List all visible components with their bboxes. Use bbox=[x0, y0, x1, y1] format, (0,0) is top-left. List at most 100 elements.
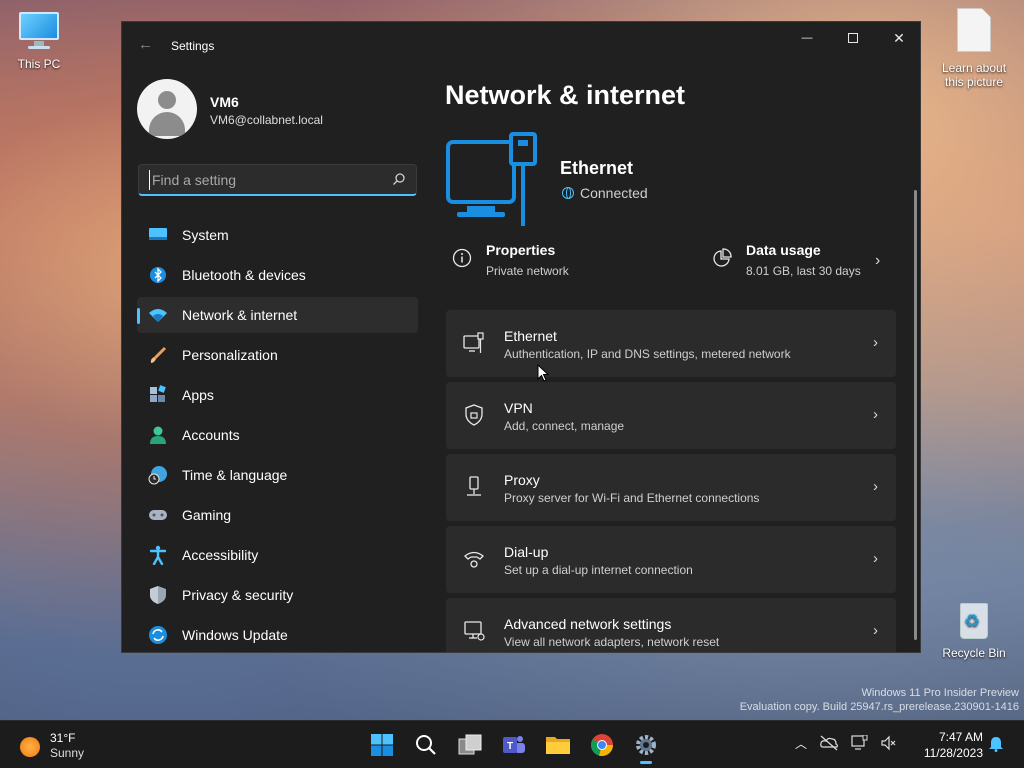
update-icon bbox=[148, 625, 168, 645]
window-title: Settings bbox=[171, 39, 215, 53]
task-view-icon bbox=[458, 734, 482, 755]
properties-link[interactable]: Properties Private network bbox=[452, 242, 692, 282]
sidebar-item-time-language[interactable]: Time & language bbox=[137, 457, 418, 493]
minimize-button[interactable]: — bbox=[784, 22, 830, 54]
sidebar-item-label: Bluetooth & devices bbox=[182, 267, 306, 283]
back-arrow-icon[interactable]: ← bbox=[138, 36, 153, 53]
desktop-icon-this-pc[interactable]: This PC bbox=[2, 10, 76, 71]
teams-icon: T bbox=[503, 736, 525, 753]
notification-bell-icon[interactable] bbox=[988, 736, 1004, 752]
card-subtitle: Proxy server for Wi-Fi and Ethernet conn… bbox=[504, 491, 760, 505]
start-button[interactable] bbox=[360, 725, 404, 765]
svg-text:T: T bbox=[507, 741, 513, 752]
sidebar-item-label: Network & internet bbox=[182, 307, 298, 323]
profile-name: VM6 bbox=[210, 94, 239, 110]
sidebar-item-label: Gaming bbox=[182, 507, 232, 523]
close-icon: ✕ bbox=[893, 29, 905, 46]
maximize-button[interactable] bbox=[830, 22, 876, 54]
sidebar-item-windows-update[interactable]: Windows Update bbox=[137, 617, 418, 652]
accounts-icon bbox=[148, 425, 168, 445]
sidebar-item-label: Time & language bbox=[182, 467, 288, 483]
pie-chart-icon bbox=[713, 248, 732, 267]
user-profile[interactable]: VM6 VM6@collabnet.local bbox=[137, 79, 427, 139]
weather-temp: 31°F bbox=[50, 731, 76, 745]
globe-icon bbox=[562, 187, 574, 199]
dialup-icon bbox=[464, 551, 484, 568]
system-icon bbox=[148, 225, 168, 245]
chevron-right-icon[interactable]: › bbox=[875, 252, 880, 270]
connection-status-text: Connected bbox=[580, 185, 648, 201]
file-explorer-button[interactable] bbox=[536, 725, 580, 765]
chevron-right-icon: › bbox=[873, 406, 878, 423]
card-ethernet[interactable]: Ethernet Authentication, IP and DNS sett… bbox=[446, 310, 896, 377]
network-status-icon[interactable] bbox=[851, 735, 869, 751]
proxy-icon bbox=[467, 476, 481, 496]
card-title: Ethernet bbox=[504, 328, 557, 344]
desktop-icon-label: Recycle Bin bbox=[942, 646, 1006, 660]
vpn-shield-icon bbox=[465, 404, 483, 426]
search-box bbox=[138, 164, 417, 196]
sidebar-item-network[interactable]: Network & internet bbox=[137, 297, 418, 333]
sun-icon bbox=[20, 737, 40, 757]
search-button[interactable] bbox=[404, 725, 448, 765]
taskbar-apps: T bbox=[360, 725, 668, 765]
mouse-cursor-icon bbox=[537, 364, 549, 382]
data-usage-link[interactable]: Data usage 8.01 GB, last 30 days bbox=[712, 242, 892, 282]
advanced-network-icon bbox=[464, 621, 485, 641]
shield-icon bbox=[148, 585, 168, 605]
sidebar-item-label: Windows Update bbox=[182, 627, 288, 643]
settings-window: ← Settings — ✕ VM6 VM6@collabnet.local S… bbox=[121, 21, 921, 653]
sidebar-item-accessibility[interactable]: Accessibility bbox=[137, 537, 418, 573]
chevron-right-icon: › bbox=[873, 478, 878, 495]
windows-logo-icon bbox=[371, 734, 393, 756]
search-icon bbox=[416, 735, 436, 755]
properties-title: Properties bbox=[486, 242, 556, 258]
card-dial-up[interactable]: Dial-up Set up a dial-up internet connec… bbox=[446, 526, 896, 593]
gear-icon bbox=[636, 735, 656, 755]
sidebar-item-system[interactable]: System bbox=[137, 217, 418, 253]
recycle-bin-icon: ♻ bbox=[956, 597, 992, 639]
close-button[interactable]: ✕ bbox=[876, 22, 920, 54]
watermark-line: Windows 11 Pro Insider Preview bbox=[861, 687, 1019, 699]
wifi-icon bbox=[148, 305, 168, 325]
teams-button[interactable]: T bbox=[492, 725, 536, 765]
sidebar-item-bluetooth[interactable]: Bluetooth & devices bbox=[137, 257, 418, 293]
sidebar-item-accounts[interactable]: Accounts bbox=[137, 417, 418, 453]
card-proxy[interactable]: Proxy Proxy server for Wi-Fi and Etherne… bbox=[446, 454, 896, 521]
sidebar-item-label: Accessibility bbox=[182, 547, 259, 563]
chrome-button[interactable] bbox=[580, 725, 624, 765]
clock[interactable]: 7:47 AM 11/28/2023 bbox=[915, 729, 983, 761]
settings-taskbar-button[interactable] bbox=[624, 725, 668, 765]
desktop-icon-recycle-bin[interactable]: ♻ Recycle Bin bbox=[937, 597, 1011, 660]
sidebar-item-label: Apps bbox=[182, 387, 214, 403]
maximize-icon bbox=[848, 33, 858, 43]
desktop-icon-label: This PC bbox=[17, 57, 61, 71]
folder-icon bbox=[546, 737, 570, 754]
title-bar[interactable]: ← Settings — ✕ bbox=[122, 22, 920, 70]
sidebar-item-personalization[interactable]: Personalization bbox=[137, 337, 418, 373]
volume-muted-icon[interactable] bbox=[881, 735, 897, 751]
monitor-icon bbox=[17, 10, 61, 50]
sidebar: VM6 VM6@collabnet.local System Bluetooth… bbox=[122, 70, 432, 652]
brush-icon bbox=[148, 345, 168, 365]
scrollbar[interactable] bbox=[914, 190, 917, 640]
search-icon[interactable] bbox=[392, 172, 406, 186]
globe-clock-icon bbox=[148, 465, 168, 485]
weather-condition: Sunny bbox=[50, 746, 85, 760]
ethernet-monitor-icon bbox=[446, 132, 537, 226]
card-subtitle: Add, connect, manage bbox=[504, 419, 625, 433]
chevron-up-icon[interactable]: ︿ bbox=[795, 735, 807, 752]
document-icon bbox=[957, 8, 991, 52]
card-vpn[interactable]: VPN Add, connect, manage › bbox=[446, 382, 896, 449]
sidebar-item-apps[interactable]: Apps bbox=[137, 377, 418, 413]
avatar bbox=[137, 79, 197, 139]
sidebar-item-privacy[interactable]: Privacy & security bbox=[137, 577, 418, 613]
card-advanced-network[interactable]: Advanced network settings View all netwo… bbox=[446, 598, 896, 652]
desktop-icon-learn-picture[interactable]: Learn about this picture bbox=[937, 8, 1011, 89]
sidebar-item-gaming[interactable]: Gaming bbox=[137, 497, 418, 533]
onedrive-offline-icon[interactable] bbox=[819, 735, 839, 751]
search-input[interactable] bbox=[149, 170, 379, 190]
connection-name: Ethernet bbox=[560, 158, 634, 178]
task-view-button[interactable] bbox=[448, 725, 492, 765]
sidebar-item-label: Personalization bbox=[182, 347, 278, 363]
